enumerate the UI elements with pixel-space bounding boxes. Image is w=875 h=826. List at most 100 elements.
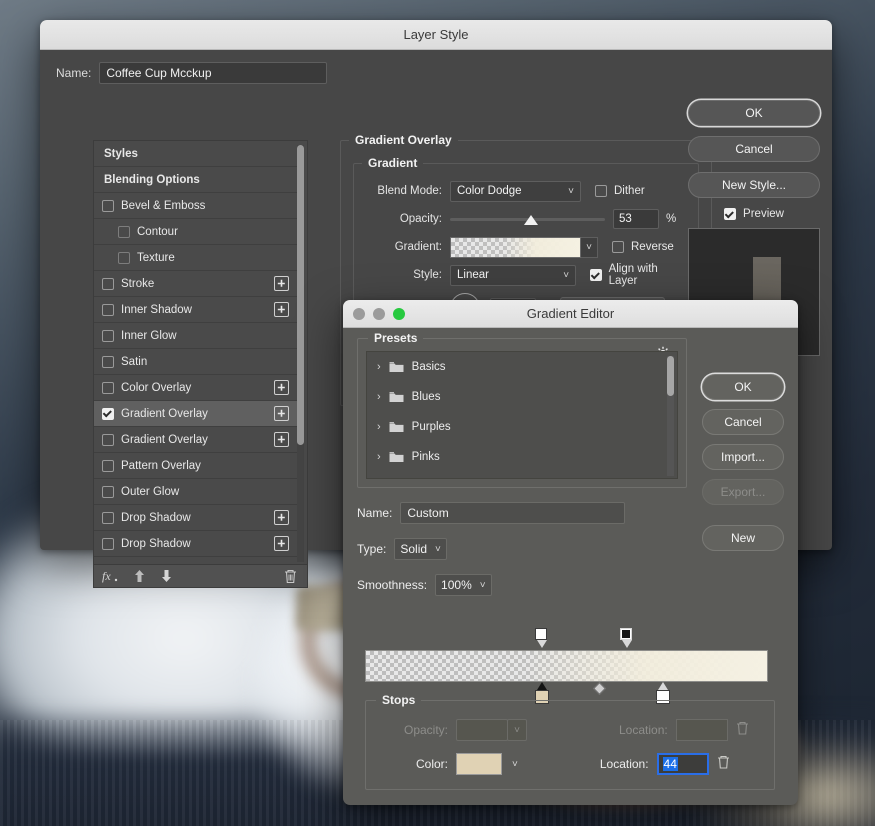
style-item-checkbox[interactable]	[102, 537, 114, 550]
layer-name-row: Name: Coffee Cup Mcckup	[40, 50, 832, 92]
gradient-bar[interactable]	[365, 650, 768, 682]
add-effect-icon[interactable]	[274, 510, 289, 525]
opacity-slider[interactable]	[450, 209, 605, 229]
close-icon[interactable]	[353, 307, 365, 320]
style-item-checkbox[interactable]	[102, 355, 114, 368]
smoothness-select[interactable]: 100% ˅	[435, 574, 492, 596]
preview-checkbox[interactable]: Preview	[688, 208, 820, 220]
gradient-preview-swatch[interactable]	[450, 236, 581, 258]
add-effect-icon[interactable]	[274, 276, 289, 291]
style-item-checkbox[interactable]	[102, 329, 114, 342]
stop-color-label: Color:	[415, 757, 448, 771]
gradient-editor-new-button[interactable]: New	[702, 525, 784, 551]
style-list-item[interactable]: Drop Shadow	[94, 531, 297, 557]
layer-name-input[interactable]: Coffee Cup Mcckup	[99, 62, 328, 84]
style-select[interactable]: Linear ˅	[450, 264, 577, 286]
stop-opacity-chevron-icon: ˅	[507, 719, 527, 741]
style-list-item[interactable]: Color Overlay	[94, 375, 297, 401]
chevron-right-icon[interactable]: ›	[377, 451, 381, 463]
align-with-layer-checkbox[interactable]: Align with Layer	[590, 263, 686, 287]
gradient-editor-cancel-button[interactable]: Cancel	[702, 409, 784, 435]
style-list-item[interactable]: Inner Glow	[94, 323, 297, 349]
fx-icon[interactable]: fx	[102, 569, 119, 583]
stops-title: Stops	[376, 693, 422, 707]
opacity-slider-knob[interactable]	[524, 215, 538, 225]
opacity-stop-marker[interactable]	[619, 628, 634, 650]
maximize-icon[interactable]	[393, 307, 405, 320]
preset-folder-item[interactable]: › Basics	[367, 352, 677, 382]
stop-color-swatch[interactable]	[456, 753, 502, 775]
style-list-item[interactable]: Styles	[94, 141, 297, 167]
add-effect-icon[interactable]	[274, 302, 289, 317]
add-effect-icon[interactable]	[274, 536, 289, 551]
style-item-checkbox[interactable]	[102, 199, 114, 212]
style-item-checkbox[interactable]	[102, 407, 114, 420]
gradient-editor-import-button[interactable]: Import...	[702, 444, 784, 470]
style-list-item[interactable]: Contour	[94, 219, 297, 245]
preset-folder-item[interactable]: › Purples	[367, 412, 677, 442]
reverse-checkbox[interactable]: Reverse	[612, 241, 674, 253]
style-list-item[interactable]: Drop Shadow	[94, 505, 297, 531]
stop-color-chevron-icon[interactable]: ˅	[512, 759, 518, 770]
trash-icon[interactable]	[284, 569, 297, 584]
style-list-item[interactable]: Pattern Overlay	[94, 453, 297, 479]
cancel-button[interactable]: Cancel	[688, 136, 820, 162]
gradient-type-select[interactable]: Solid ˅	[394, 538, 447, 560]
gradient-picker-chevron-icon[interactable]: ˅	[581, 236, 598, 258]
style-item-checkbox[interactable]	[102, 459, 114, 472]
presets-scrollbar-thumb[interactable]	[667, 356, 674, 396]
blend-mode-select[interactable]: Color Dodge ˅	[450, 180, 581, 202]
layer-style-title: Layer Style	[403, 27, 469, 42]
gradient-midpoint-marker[interactable]	[592, 682, 606, 695]
opacity-label: Opacity:	[399, 213, 442, 225]
gradient-editor-ok-button[interactable]: OK	[702, 374, 784, 400]
presets-list[interactable]: › Basics › Blues › Purples › Pinks	[366, 351, 678, 479]
style-item-checkbox[interactable]	[118, 251, 130, 264]
arrow-up-icon[interactable]	[133, 569, 146, 583]
style-list-item[interactable]: Blending Options	[94, 167, 297, 193]
chevron-right-icon[interactable]: ›	[377, 361, 381, 373]
gradient-name-label: Name:	[357, 506, 393, 520]
style-item-checkbox[interactable]	[102, 511, 114, 524]
chevron-right-icon[interactable]: ›	[377, 391, 381, 403]
style-item-checkbox[interactable]	[118, 225, 130, 238]
stop-color-location-input[interactable]: 44	[656, 753, 709, 775]
style-item-checkbox[interactable]	[102, 433, 114, 446]
opacity-input[interactable]: 53	[613, 209, 659, 229]
style-list-item[interactable]: Satin	[94, 349, 297, 375]
style-list-item[interactable]: Stroke	[94, 271, 297, 297]
preset-folder-item[interactable]: › Pinks	[367, 442, 677, 472]
style-list-item[interactable]: Gradient Overlay	[94, 401, 297, 427]
gradient-name-input[interactable]: Custom	[400, 502, 626, 524]
preset-folder-label: Purples	[411, 421, 451, 433]
chevron-right-icon[interactable]: ›	[377, 421, 381, 433]
style-label: Style:	[413, 269, 442, 281]
styles-list[interactable]: Styles Blending Options Bevel & Emboss Cont…	[94, 141, 297, 566]
new-style-button[interactable]: New Style...	[688, 172, 820, 198]
styles-scrollbar-thumb[interactable]	[297, 145, 304, 445]
style-list-item[interactable]: Gradient Overlay	[94, 427, 297, 453]
arrow-down-icon[interactable]	[160, 569, 173, 583]
style-list-item[interactable]: Outer Glow	[94, 479, 297, 505]
opacity-stop-marker[interactable]	[535, 628, 549, 650]
styles-scrollbar[interactable]	[297, 145, 304, 562]
minimize-icon[interactable]	[373, 307, 385, 320]
dither-checkbox[interactable]: Dither	[595, 185, 645, 197]
style-item-checkbox[interactable]	[102, 485, 114, 498]
presets-title: Presets	[368, 331, 424, 345]
style-item-checkbox[interactable]	[102, 381, 114, 394]
add-effect-icon[interactable]	[274, 432, 289, 447]
style-list-item[interactable]: Bevel & Emboss	[94, 193, 297, 219]
style-item-checkbox[interactable]	[102, 277, 114, 290]
add-effect-icon[interactable]	[274, 406, 289, 421]
style-item-label: Outer Glow	[121, 485, 180, 498]
presets-scrollbar[interactable]	[667, 356, 674, 476]
style-list-item[interactable]: Inner Shadow	[94, 297, 297, 323]
add-effect-icon[interactable]	[274, 380, 289, 395]
delete-color-stop-icon[interactable]	[717, 755, 730, 774]
gradient-bar-area[interactable]	[365, 628, 775, 704]
preset-folder-item[interactable]: › Blues	[367, 382, 677, 412]
style-item-checkbox[interactable]	[102, 303, 114, 316]
style-list-item[interactable]: Texture	[94, 245, 297, 271]
ok-button[interactable]: OK	[688, 100, 820, 126]
